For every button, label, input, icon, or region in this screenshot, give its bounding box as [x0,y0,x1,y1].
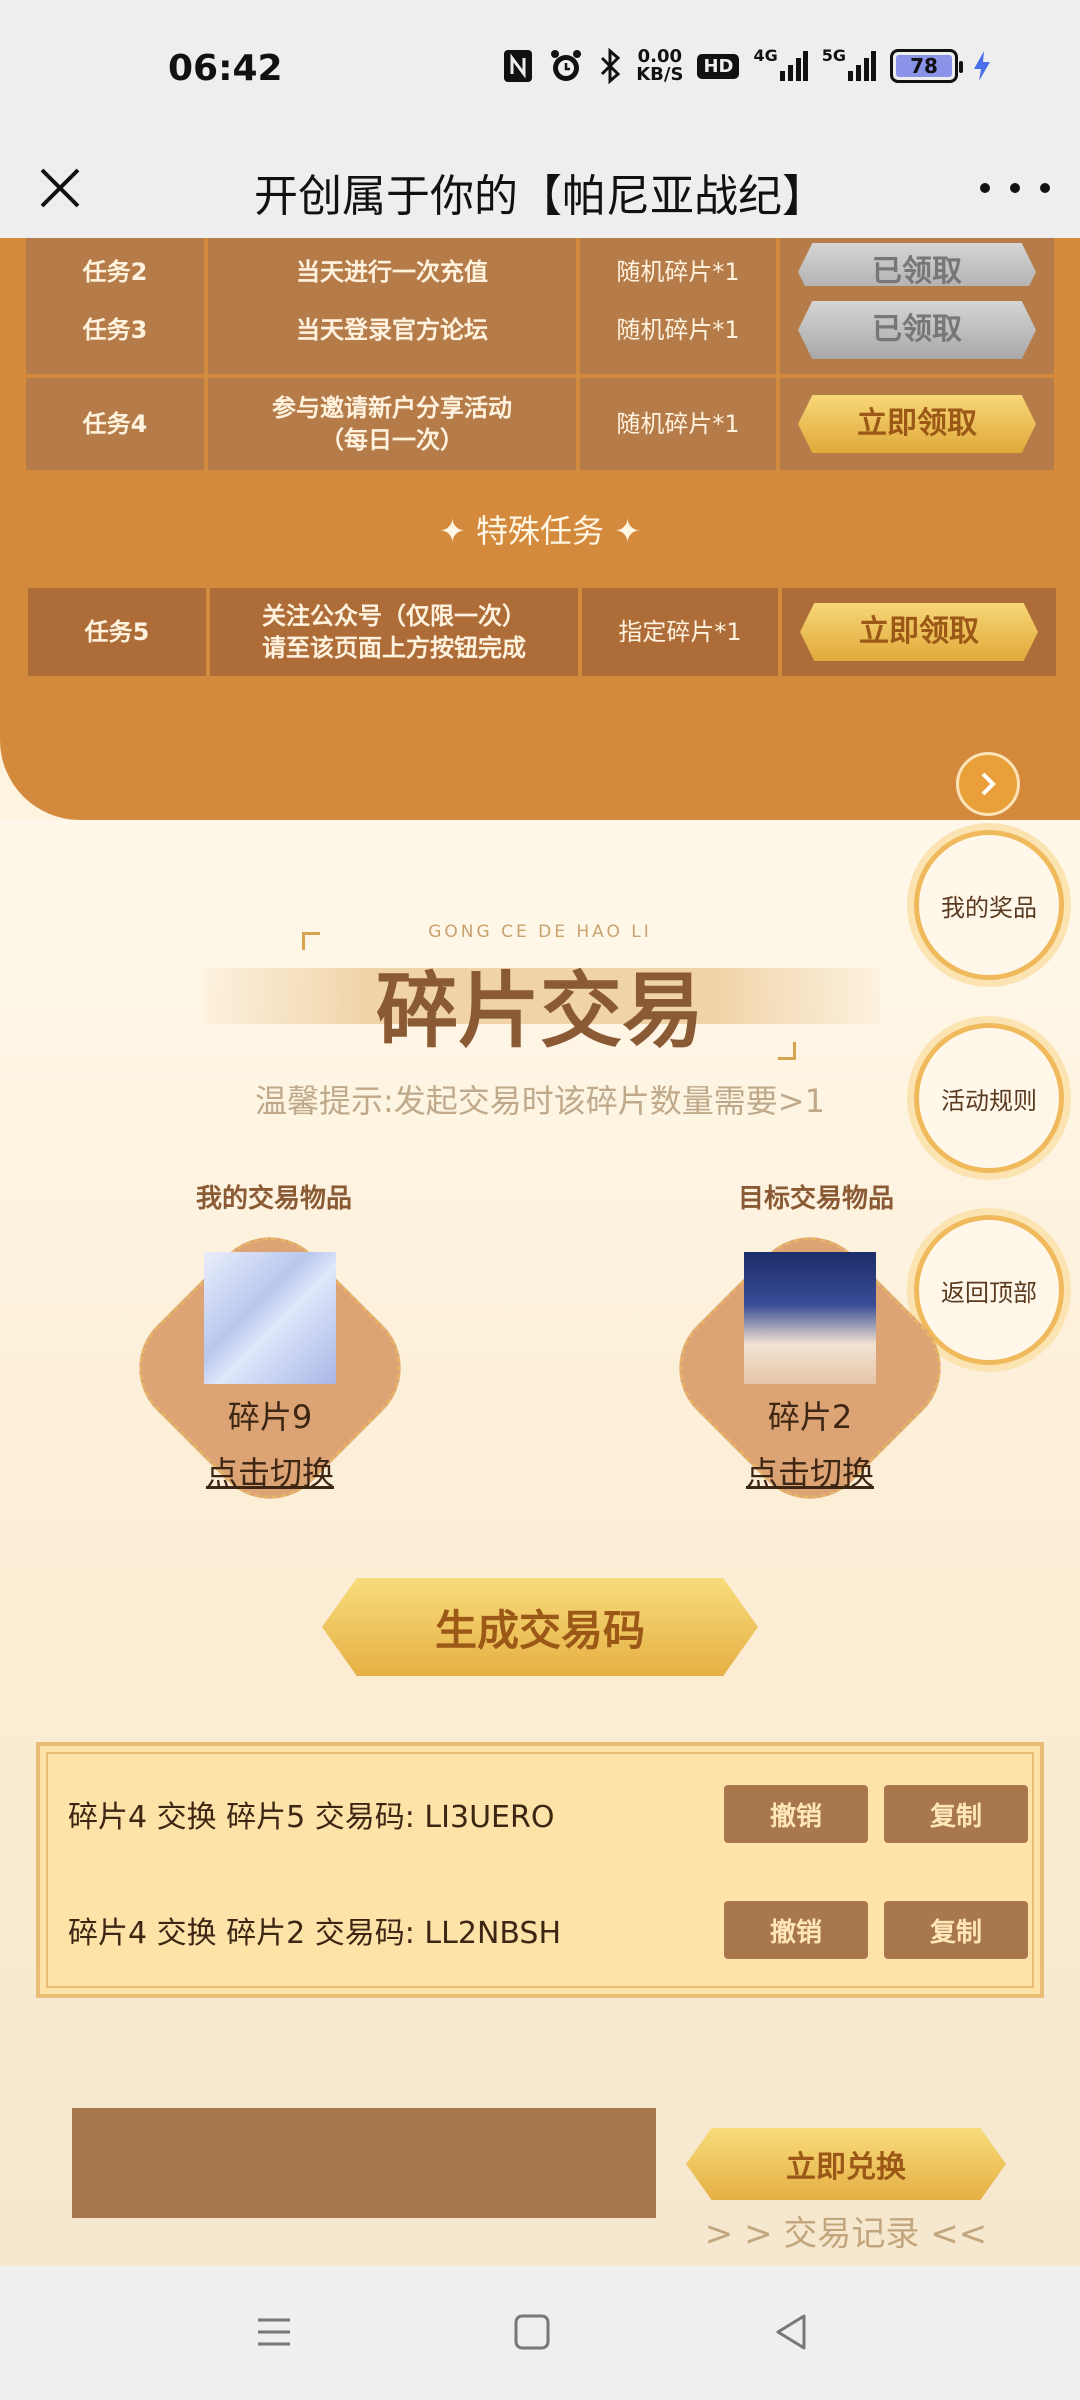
corner-decoration [302,932,320,950]
trade-code-input[interactable] [72,2108,656,2218]
alarm-icon [548,46,584,86]
special-task-title: ✦ 特殊任务 ✦ [439,512,641,550]
trade-code-row: 碎片4 交换 碎片5 交易码: LI3UERO 撤销 复制 [68,1784,1028,1844]
page-title: 开创属于你的【帕尼亚战纪】 [254,171,826,222]
target-item-label: 目标交易物品 [738,1184,895,1214]
target-item-switch-link[interactable]: 点击切换 [710,1448,910,1494]
battery-icon: 78 [890,46,963,86]
fragment-image [744,1252,876,1384]
title-bar: 开创属于你的【帕尼亚战纪】 [0,138,1080,238]
task-reward: 随机碎片*1 [580,286,776,374]
back-button[interactable] [762,2302,822,2362]
copy-button[interactable]: 复制 [884,1785,1028,1843]
task-action-cell: 已领取 [780,286,1054,374]
cancel-button[interactable]: 撤销 [724,1901,868,1959]
dot-icon [1040,183,1050,193]
back-to-top-button[interactable]: 返回顶部 [914,1215,1064,1365]
task-row: 任务3 当天登录官方论坛 随机碎片*1 已领取 [26,286,1054,374]
redeem-now-button[interactable]: 立即兑换 [686,2128,1006,2200]
status-bar: 06:42 0.00 KB/S HD 4G 5G 78 [0,0,1080,138]
copy-button[interactable]: 复制 [884,1901,1028,1959]
trade-codes-panel: 碎片4 交换 碎片5 交易码: LI3UERO 撤销 复制 碎片4 交换 碎片2… [36,1742,1044,1998]
task-desc: 当天登录官方论坛 [208,286,576,374]
task-row: 任务4 参与邀请新户分享活动 （每日一次） 随机碎片*1 立即领取 [26,378,1054,470]
my-prizes-button[interactable]: 我的奖品 [914,830,1064,980]
system-nav-bar [0,2266,1080,2400]
hd-icon: HD [697,46,740,86]
generate-trade-code-button[interactable]: 生成交易码 [322,1578,758,1676]
charging-icon [972,46,992,86]
cancel-button[interactable]: 撤销 [724,1785,868,1843]
home-button[interactable] [502,2302,562,2362]
task-desc: 关注公众号（仅限一次） 请至该页面上方按钮完成 [210,588,578,676]
signal-5g-icon: 5G [822,46,876,86]
task-action-cell: 立即领取 [780,378,1054,470]
signal-icon: 4G [753,46,808,86]
back-triangle-icon [776,2314,806,2350]
dot-icon [1010,183,1020,193]
my-item-name: 碎片9 [227,1398,313,1436]
chevron-right-icon [981,772,996,796]
my-item-switch-link[interactable]: 点击切换 [170,1448,370,1494]
activity-rules-button[interactable]: 活动规则 [914,1023,1064,1173]
task-section: 任务2 当天进行一次充值 随机碎片*1 已领取 任务3 当天登录官方论坛 随机碎… [0,238,1080,820]
trade-heading: 碎片交易 [375,963,704,1059]
bluetooth-icon [598,46,622,86]
more-options-button[interactable] [980,160,1050,216]
claim-now-button[interactable]: 立即领取 [798,395,1036,453]
task-id: 任务5 [28,588,206,676]
trade-record-link[interactable]: > > 交易记录 << [686,2206,1006,2255]
net-speed: 0.00 KB/S [636,46,684,85]
dot-icon [980,183,990,193]
menu-icon [258,2318,290,2346]
status-icons: 0.00 KB/S HD 4G 5G 78 [502,46,992,86]
task-reward: 随机碎片*1 [580,378,776,470]
task-desc: 参与邀请新户分享活动 （每日一次） [208,378,576,470]
task-reward: 指定碎片*1 [582,588,778,676]
my-item-label: 我的交易物品 [196,1184,353,1214]
target-item-name: 碎片2 [767,1398,853,1436]
claim-now-button[interactable]: 立即领取 [800,603,1038,661]
status-time: 06:42 [168,48,283,89]
task-id: 任务4 [26,378,204,470]
task-action-cell: 立即领取 [782,588,1056,676]
trade-code-text: 碎片4 交换 碎片2 交易码: LL2NBSH [68,1916,562,1951]
next-arrow-button[interactable] [956,752,1020,816]
task-id: 任务3 [26,286,204,374]
corner-decoration [778,1042,796,1060]
claimed-button[interactable]: 已领取 [798,301,1036,359]
home-square-icon [514,2314,550,2350]
fragment-image [204,1252,336,1384]
trade-code-row: 碎片4 交换 碎片2 交易码: LL2NBSH 撤销 复制 [68,1900,1028,1960]
special-task-row: 任务5 关注公众号（仅限一次） 请至该页面上方按钮完成 指定碎片*1 立即领取 [28,588,1056,676]
menu-button[interactable] [244,2302,304,2362]
trade-code-text: 碎片4 交换 碎片5 交易码: LI3UERO [68,1800,555,1835]
nfc-icon [502,46,534,86]
